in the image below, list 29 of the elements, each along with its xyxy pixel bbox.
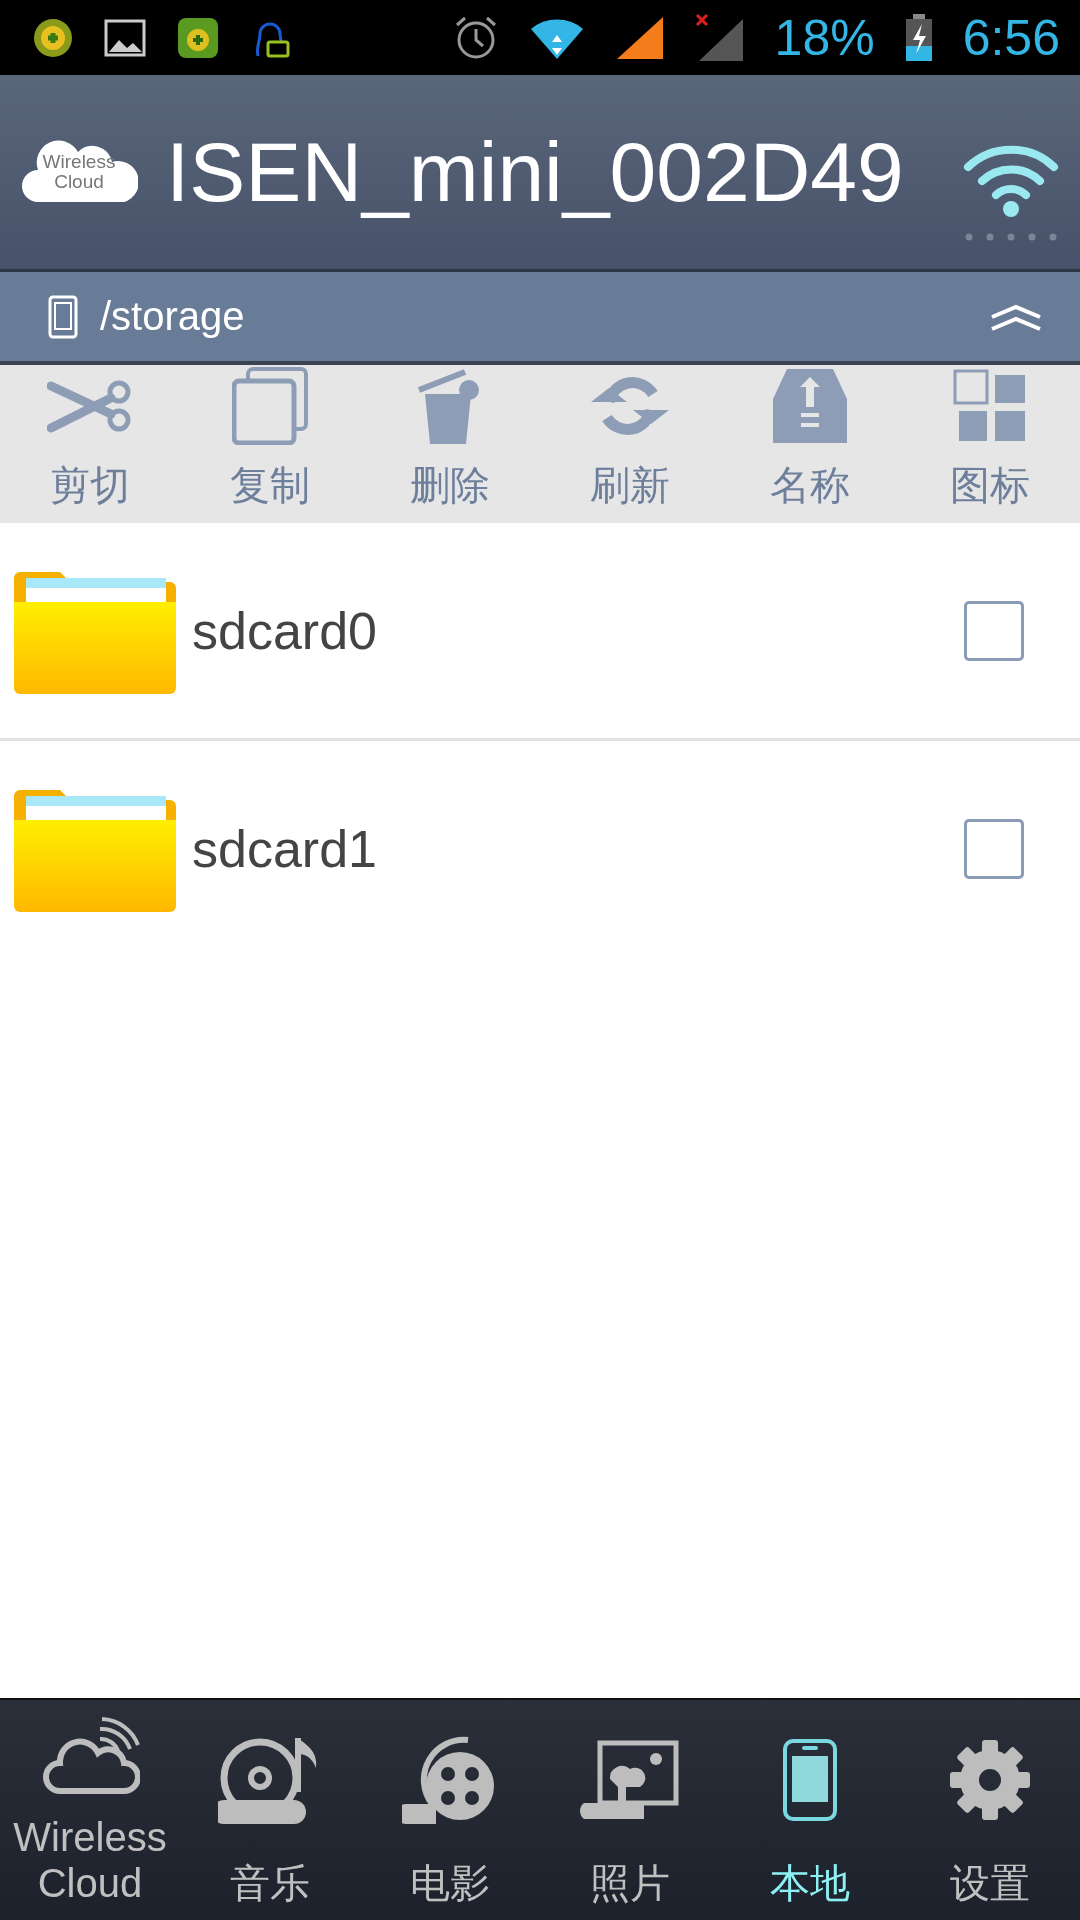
cloud-wifi-icon: [40, 1717, 140, 1797]
folder-name[interactable]: sdcard1: [192, 818, 964, 879]
checkbox[interactable]: [964, 600, 1024, 661]
page-dots-icon: [965, 233, 1057, 241]
nav-tab[interactable]: Wireless Cloud: [0, 1700, 180, 1920]
collapse-icon[interactable]: [990, 302, 1042, 331]
checkbox[interactable]: [964, 818, 1024, 879]
nav-tab[interactable]: 照片: [540, 1700, 720, 1920]
photo-icon: [580, 1739, 680, 1821]
settings-icon: [947, 1737, 1033, 1823]
scissors-icon: [47, 378, 133, 434]
nav-tab[interactable]: 电影: [360, 1700, 540, 1920]
clock-time: 6:56: [962, 8, 1060, 67]
device-title: ISEN_mini_002D49: [165, 123, 905, 221]
grid-icon: [953, 369, 1027, 443]
wifi-icon[interactable]: [962, 143, 1060, 219]
current-path: /storage: [100, 294, 246, 339]
shield-icon: [176, 15, 220, 60]
battery-icon: [904, 13, 933, 62]
battery-percent: 18%: [774, 8, 875, 67]
image-icon: [104, 18, 146, 57]
phone-icon: [48, 294, 78, 339]
nav-tab[interactable]: 音乐: [180, 1700, 360, 1920]
no-signal-icon: [694, 12, 745, 63]
nav-tab[interactable]: 设置: [900, 1700, 1080, 1920]
folder-name[interactable]: sdcard0: [192, 600, 964, 661]
app-icon: [32, 16, 74, 59]
nav-tab[interactable]: 本地: [720, 1700, 900, 1920]
phone-icon: [782, 1738, 838, 1822]
